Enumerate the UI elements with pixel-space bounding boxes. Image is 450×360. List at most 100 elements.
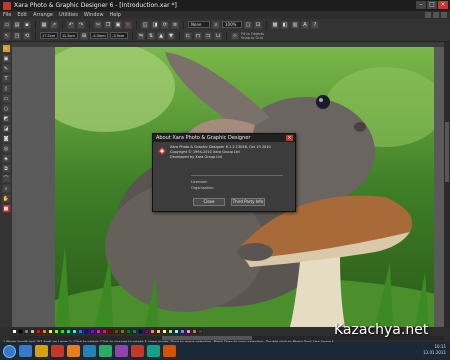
transparency-tool-icon[interactable]: ◪ bbox=[1, 124, 11, 133]
contour-tool-icon[interactable]: ◎ bbox=[1, 144, 11, 153]
color-swatch[interactable] bbox=[48, 329, 53, 334]
color-swatch[interactable] bbox=[192, 329, 197, 334]
snap-icon[interactable]: ⊹ bbox=[231, 31, 239, 40]
third-party-info-button[interactable]: Third Party Info bbox=[231, 198, 265, 206]
color-swatch[interactable] bbox=[96, 329, 101, 334]
menu-help[interactable]: Help bbox=[110, 12, 121, 18]
fill-tool-icon[interactable]: ◩ bbox=[1, 114, 11, 123]
photo-tool-icon[interactable]: ▣ bbox=[1, 54, 11, 63]
folder-icon[interactable] bbox=[35, 345, 48, 357]
menu-arrange[interactable]: Arrange bbox=[33, 12, 53, 18]
color-swatch[interactable] bbox=[42, 329, 47, 334]
color-swatch[interactable] bbox=[156, 329, 161, 334]
rectangle-tool-icon[interactable]: ▭ bbox=[1, 94, 11, 103]
explorer-icon[interactable] bbox=[19, 345, 32, 357]
minimize-button[interactable]: – bbox=[416, 1, 426, 9]
zoom-page-icon[interactable]: ▢ bbox=[244, 20, 252, 29]
help-icon[interactable]: ? bbox=[311, 20, 319, 29]
rotate-icon[interactable]: ⟳ bbox=[161, 20, 169, 29]
align-left-icon[interactable]: ⊏ bbox=[184, 31, 192, 40]
messenger-icon[interactable] bbox=[147, 345, 160, 357]
ellipse-tool-icon[interactable]: ○ bbox=[1, 104, 11, 113]
maximize-button[interactable]: □ bbox=[427, 1, 437, 9]
selector-tool-icon[interactable]: ↖ bbox=[1, 44, 11, 53]
align-center-icon[interactable]: ⊓ bbox=[194, 31, 202, 40]
delete-icon[interactable]: ✕ bbox=[124, 20, 132, 29]
align-icon[interactable]: ≡ bbox=[171, 20, 179, 29]
color-swatch[interactable] bbox=[132, 329, 137, 334]
save-icon[interactable]: ▪ bbox=[23, 20, 31, 29]
push-tool-icon[interactable]: ✋ bbox=[1, 194, 11, 203]
text-tool-icon[interactable]: T bbox=[1, 74, 11, 83]
frame-gallery-icon[interactable]: ▥ bbox=[291, 20, 299, 29]
close-button[interactable]: × bbox=[438, 1, 448, 9]
menu-window[interactable]: Window bbox=[84, 12, 104, 18]
width-field[interactable] bbox=[90, 32, 108, 39]
utorrent-icon[interactable] bbox=[99, 345, 112, 357]
color-swatch[interactable] bbox=[198, 329, 203, 334]
color-swatch[interactable] bbox=[72, 329, 77, 334]
fill-gallery-icon[interactable]: ◧ bbox=[281, 20, 289, 29]
vertical-scroll-thumb[interactable] bbox=[445, 122, 449, 182]
mould-tool-icon[interactable]: ⌒ bbox=[1, 174, 11, 183]
lock-aspect-icon[interactable]: ⊞ bbox=[80, 31, 88, 40]
rotate-handles-icon[interactable]: ⟲ bbox=[23, 31, 31, 40]
color-swatch[interactable] bbox=[108, 329, 113, 334]
color-editor-icon[interactable]: ■ bbox=[1, 204, 11, 213]
zoom-fit-icon[interactable]: ⊡ bbox=[254, 20, 262, 29]
color-swatch[interactable] bbox=[186, 329, 191, 334]
freehand-tool-icon[interactable]: ✎ bbox=[1, 64, 11, 73]
send-back-icon[interactable]: ▼ bbox=[167, 31, 175, 40]
y-position-field[interactable] bbox=[60, 32, 78, 39]
color-swatch[interactable] bbox=[78, 329, 83, 334]
color-swatch[interactable] bbox=[12, 329, 17, 334]
app-icon[interactable] bbox=[163, 345, 176, 357]
xara-taskbar-icon[interactable] bbox=[131, 345, 144, 357]
color-swatch[interactable] bbox=[144, 329, 149, 334]
new-document-icon[interactable]: ▭ bbox=[3, 20, 11, 29]
export-icon[interactable]: ↗ bbox=[50, 20, 58, 29]
vertical-scrollbar[interactable] bbox=[444, 42, 450, 327]
ie-icon[interactable] bbox=[83, 345, 96, 357]
color-swatch[interactable] bbox=[138, 329, 143, 334]
start-button[interactable] bbox=[3, 344, 16, 358]
bevel-tool-icon[interactable]: ◈ bbox=[1, 154, 11, 163]
color-swatch[interactable] bbox=[66, 329, 71, 334]
shape-editor-icon[interactable]: ◊ bbox=[1, 84, 11, 93]
snap-option[interactable]: Fit to Objects bbox=[241, 32, 264, 36]
paste-icon[interactable]: ▣ bbox=[114, 20, 122, 29]
color-swatch[interactable] bbox=[114, 329, 119, 334]
color-swatch[interactable] bbox=[84, 329, 89, 334]
flip-horizontal-icon[interactable]: ⇋ bbox=[137, 31, 145, 40]
color-swatch[interactable] bbox=[18, 329, 23, 334]
zoom-tool-icon[interactable]: ⌕ bbox=[1, 184, 11, 193]
align-right-icon[interactable]: ⊐ bbox=[204, 31, 212, 40]
open-icon[interactable]: ▤ bbox=[13, 20, 21, 29]
color-swatch[interactable] bbox=[54, 329, 59, 334]
color-swatch[interactable] bbox=[168, 329, 173, 334]
color-swatch[interactable] bbox=[162, 329, 167, 334]
color-swatch[interactable] bbox=[180, 329, 185, 334]
doc-minimize-button[interactable] bbox=[425, 12, 431, 18]
shadow-tool-icon[interactable]: ◙ bbox=[1, 134, 11, 143]
dialog-close-icon[interactable]: × bbox=[286, 135, 293, 141]
font-gallery-icon[interactable]: A bbox=[301, 20, 309, 29]
distribute-icon[interactable]: ⊔ bbox=[214, 31, 222, 40]
cut-icon[interactable]: ✂ bbox=[94, 20, 102, 29]
color-swatch[interactable] bbox=[90, 329, 95, 334]
color-swatch[interactable] bbox=[174, 329, 179, 334]
selector-mode-icon[interactable]: ↖ bbox=[3, 31, 11, 40]
bitmap-gallery-icon[interactable]: ▩ bbox=[271, 20, 279, 29]
color-swatch[interactable] bbox=[30, 329, 35, 334]
bounds-icon[interactable]: ◳ bbox=[13, 31, 21, 40]
blend-tool-icon[interactable]: ⧉ bbox=[1, 164, 11, 173]
ungroup-icon[interactable]: ◨ bbox=[151, 20, 159, 29]
height-field[interactable] bbox=[110, 32, 128, 39]
color-swatch[interactable] bbox=[150, 329, 155, 334]
print-icon[interactable]: ▦ bbox=[40, 20, 48, 29]
x-position-field[interactable] bbox=[40, 32, 58, 39]
copy-icon[interactable]: ❐ bbox=[104, 20, 112, 29]
undo-icon[interactable]: ↶ bbox=[67, 20, 75, 29]
color-swatch[interactable] bbox=[24, 329, 29, 334]
opera-icon[interactable] bbox=[51, 345, 64, 357]
